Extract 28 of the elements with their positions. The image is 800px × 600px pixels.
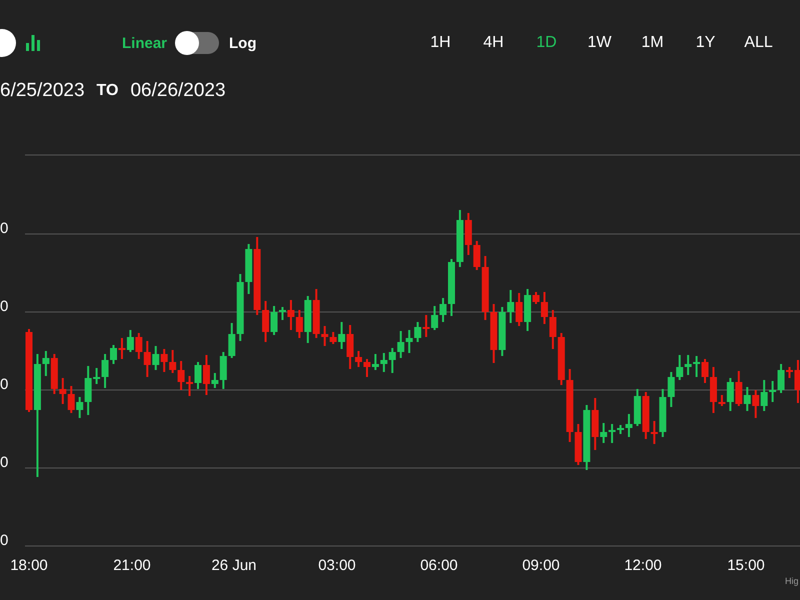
scale-label[interactable]: Log [229, 34, 257, 52]
chart-credits[interactable]: Hig [785, 576, 799, 586]
x-axis-label: 09:00 [522, 557, 560, 574]
timeframe-button[interactable]: 1W [573, 34, 626, 52]
y-axis-label: 0 [0, 220, 8, 237]
bar-chart-icon[interactable] [26, 35, 40, 51]
timeframe-button[interactable]: ALL [732, 34, 785, 52]
timeframe-button[interactable]: 1Y [679, 34, 732, 52]
x-axis-label: 12:00 [624, 557, 662, 574]
x-axis-label: 21:00 [113, 557, 151, 574]
timeframe-button[interactable]: 4H [467, 34, 520, 52]
timeframe-button[interactable]: 1D [520, 34, 573, 52]
y-axis-label: 0 [0, 454, 8, 471]
scale-label[interactable]: Linear [122, 34, 168, 52]
timeframe-button[interactable]: 1M [626, 34, 679, 52]
start-date: 6/25/2023 [0, 80, 85, 102]
end-date: 06/26/2023 [130, 80, 226, 102]
scale-toggle[interactable] [177, 32, 220, 54]
x-axis-label: 26 Jun [211, 557, 257, 574]
y-axis-label: 0 [0, 532, 8, 549]
x-axis-label: 15:00 [727, 557, 765, 574]
x-axis-label: 06:00 [420, 557, 458, 574]
date-separator: TO [96, 82, 118, 100]
timeframe-button[interactable]: 1H [414, 34, 467, 52]
y-axis-label: 0 [0, 298, 8, 315]
x-axis-label: 03:00 [318, 557, 356, 574]
x-axis-label: 18:00 [10, 557, 48, 574]
y-axis-label: 0 [0, 376, 8, 393]
